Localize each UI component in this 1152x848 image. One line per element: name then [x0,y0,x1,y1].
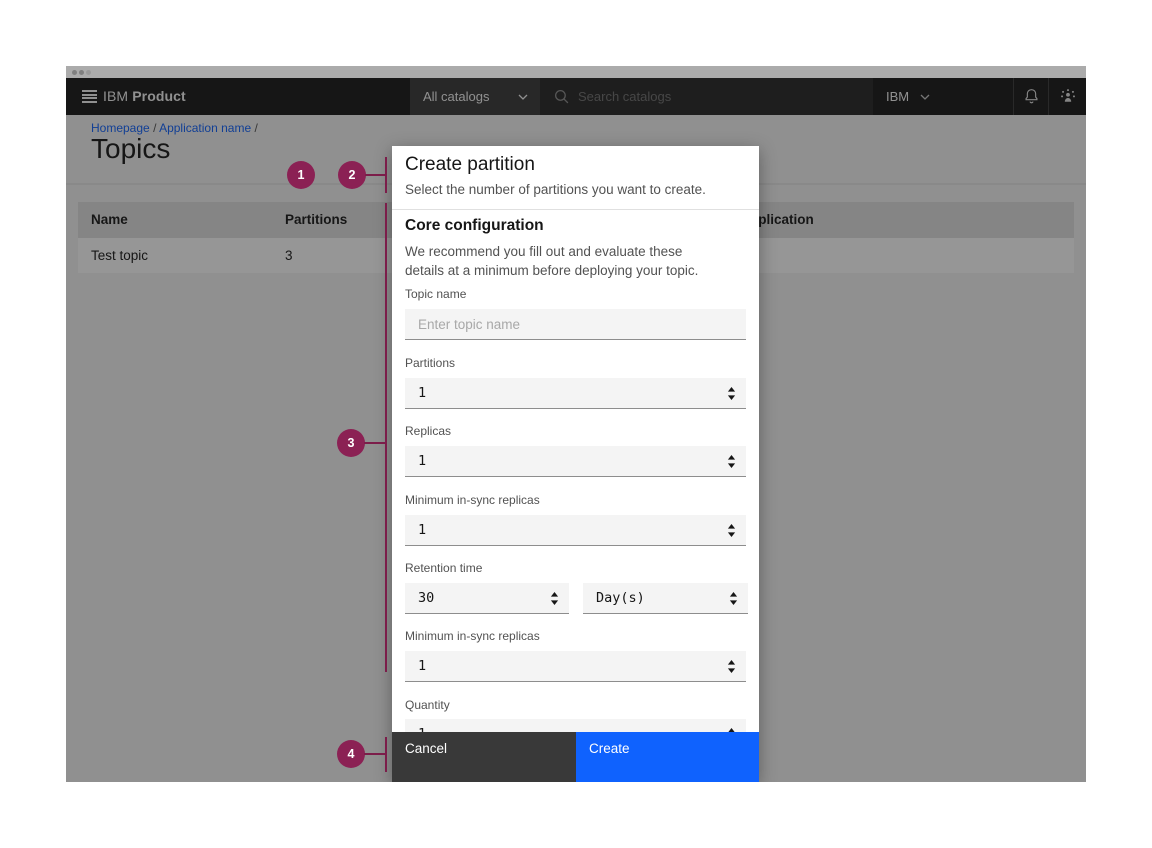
modal-divider [392,209,759,210]
number-stepper-icon[interactable] [727,387,736,400]
annotation-badge-3: 3 [337,429,365,457]
annotation-badge-4: 4 [337,740,365,768]
quantity-value: 1 [418,719,426,733]
number-stepper-icon[interactable] [727,524,736,537]
quantity-label: Quantity [405,698,450,712]
min-insync-replicas-label: Minimum in-sync replicas [405,493,540,507]
number-stepper-icon[interactable] [729,592,738,605]
window-dot [79,70,84,75]
annotation-bracket-line [385,157,387,193]
window-dot [72,70,77,75]
create-partition-modal: Create partition Select the number of pa… [392,146,759,782]
min-insync-replicas-value: 1 [418,515,426,545]
partitions-input[interactable]: 1 [405,378,746,409]
core-configuration-description: We recommend you fill out and evaluate t… [405,242,698,280]
window-dot [86,70,91,75]
modal-footer: Cancel Create [392,732,759,782]
partitions-label: Partitions [405,356,455,370]
retention-time-value-input[interactable]: 30 [405,583,569,614]
number-stepper-icon[interactable] [727,660,736,673]
annotation-bracket-line [385,737,387,772]
retention-time-unit-select[interactable]: Day(s) [583,583,748,614]
topic-name-field [405,309,746,340]
replicas-value: 1 [418,446,426,476]
annotation-bracket-line [385,203,387,672]
topic-name-input[interactable] [405,309,746,339]
cancel-button[interactable]: Cancel [392,732,576,782]
min-insync-replicas-2-label: Minimum in-sync replicas [405,629,540,643]
min-insync-replicas-input[interactable]: 1 [405,515,746,546]
retention-time-value: 30 [418,583,434,613]
number-stepper-icon[interactable] [727,455,736,468]
modal-subtitle: Select the number of partitions you want… [405,182,706,197]
replicas-label: Replicas [405,424,451,438]
partitions-value: 1 [418,378,426,408]
annotation-connector-line [365,174,387,176]
replicas-input[interactable]: 1 [405,446,746,477]
window-titlebar [66,66,1086,78]
annotation-connector-line [364,442,387,444]
annotation-connector-line [364,753,387,755]
min-insync-replicas-2-input[interactable]: 1 [405,651,746,682]
min-insync-replicas-2-value: 1 [418,651,426,681]
retention-time-label: Retention time [405,561,482,575]
annotation-badge-2: 2 [338,161,366,189]
annotation-badge-1: 1 [287,161,315,189]
retention-time-unit: Day(s) [596,583,645,613]
quantity-input[interactable]: 1 [405,719,746,733]
create-button[interactable]: Create [576,732,759,782]
modal-title: Create partition [405,154,535,176]
number-stepper-icon[interactable] [550,592,559,605]
core-configuration-heading: Core configuration [405,217,544,235]
topic-name-label: Topic name [405,287,466,301]
app-window: IBM Product All catalogs IBM [66,66,1086,782]
